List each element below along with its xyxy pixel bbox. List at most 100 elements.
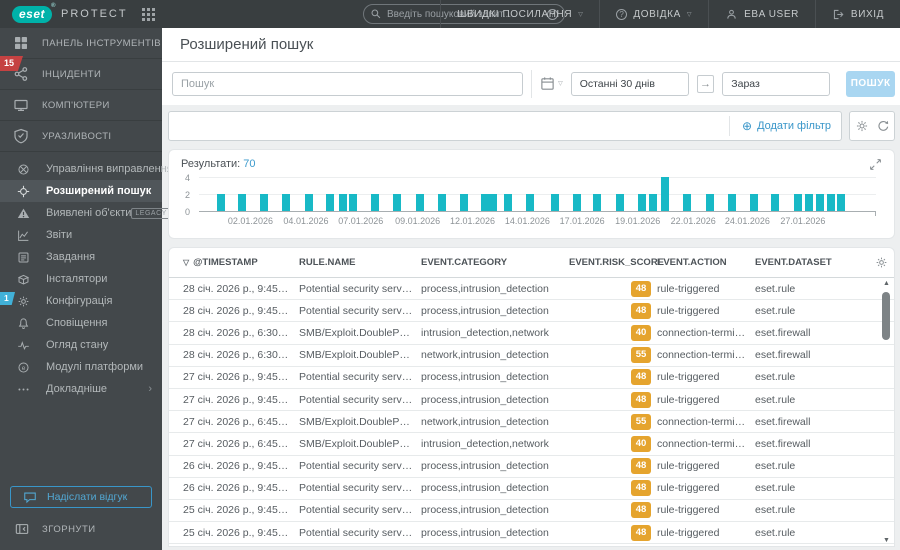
- sidebar-item-platform-modules[interactable]: e Модулі платформи: [0, 356, 162, 378]
- table-row[interactable]: 28 січ. 2026 р., 9:45:21.071Potential se…: [169, 300, 894, 323]
- scroll-up-icon[interactable]: ▲: [880, 280, 893, 287]
- add-filter-button[interactable]: ⊕ Додати фільтр: [742, 119, 831, 133]
- histogram-bar[interactable]: [771, 194, 780, 211]
- scrollbar-thumb[interactable]: [882, 292, 890, 340]
- plus-circle-icon: ⊕: [742, 119, 753, 133]
- histogram-bar[interactable]: [438, 194, 447, 211]
- histogram-bar[interactable]: [281, 194, 290, 211]
- date-from-input[interactable]: [570, 71, 689, 96]
- histogram-bar[interactable]: [504, 194, 513, 211]
- table-row[interactable]: 27 січ. 2026 р., 6:45:34.113SMB/Exploit.…: [169, 411, 894, 434]
- histogram-bar[interactable]: [750, 194, 759, 211]
- configuration-icon: [15, 293, 31, 309]
- histogram-bar[interactable]: [616, 194, 625, 211]
- sidebar-item-incidents[interactable]: 15 ІНЦИДЕНТИ: [0, 56, 162, 90]
- sidebar-item-status-overview[interactable]: Огляд стану: [0, 334, 162, 356]
- histogram-bar[interactable]: [648, 194, 657, 211]
- table-row[interactable]: 28 січ. 2026 р., 6:30:25.789SMB/Exploit.…: [169, 322, 894, 345]
- sidebar-item-vulnerabilities[interactable]: УРАЗЛИВОСТІ: [0, 121, 162, 152]
- histogram-bar[interactable]: [459, 194, 468, 211]
- quick-links-menu[interactable]: ШВИДКІ ПОСИЛАННЯ ▽: [440, 0, 599, 28]
- column-header-event-action[interactable]: EVENT.ACTION: [657, 257, 755, 268]
- filter-bar[interactable]: ⊕ Додати фільтр: [168, 111, 842, 141]
- cell-timestamp: 28 січ. 2026 р., 6:30:25.789: [183, 326, 299, 339]
- expand-icon[interactable]: [869, 158, 882, 171]
- collapse-sidebar-button[interactable]: ЗГОРНУТИ: [0, 522, 162, 536]
- column-header-event-category[interactable]: EVENT.CATEGORY: [421, 257, 569, 268]
- histogram-bar[interactable]: [237, 194, 246, 211]
- sidebar-item-notifications[interactable]: Сповіщення: [0, 312, 162, 334]
- histogram-bar[interactable]: [572, 194, 581, 211]
- table-row[interactable]: 26 січ. 2026 р., 9:45:19.133Potential se…: [169, 456, 894, 478]
- histogram-bar[interactable]: [551, 194, 560, 211]
- sort-descending-icon[interactable]: ▽: [183, 258, 189, 267]
- cell-rule-name: Potential security service disco...: [299, 304, 421, 317]
- cell-event-action: connection-terminated: [657, 415, 755, 428]
- column-header--timestamp[interactable]: ▽ @TIMESTAMP: [183, 257, 299, 268]
- table-row[interactable]: 25 січ. 2026 р., 9:45:14.142Potential se…: [169, 500, 894, 523]
- histogram-bar[interactable]: [660, 177, 669, 211]
- help-menu[interactable]: ? ДОВІДКА ▽: [599, 0, 708, 28]
- histogram-bar[interactable]: [489, 194, 498, 211]
- histogram-bar[interactable]: [259, 194, 268, 211]
- sidebar-item-advanced-search[interactable]: Розширений пошук: [0, 180, 162, 202]
- table-row[interactable]: 27 січ. 2026 р., 9:45:21.470Potential se…: [169, 389, 894, 412]
- histogram-bar[interactable]: [393, 194, 402, 211]
- search-button[interactable]: ПОШУК: [846, 70, 895, 97]
- gear-icon[interactable]: [855, 119, 869, 133]
- histogram-bar[interactable]: [304, 194, 313, 211]
- table-scrollbar[interactable]: ▲ ▼: [880, 280, 893, 544]
- histogram-bar[interactable]: [837, 194, 846, 211]
- table-row[interactable]: 27 січ. 2026 р., 9:45:21.470Potential se…: [169, 367, 894, 389]
- histogram-bar[interactable]: [815, 194, 824, 211]
- sidebar-item-detections[interactable]: Виявлені об'єкти LEGACY: [0, 202, 171, 224]
- histogram-bar[interactable]: [637, 194, 646, 211]
- refresh-icon[interactable]: [876, 119, 890, 133]
- date-range-picker[interactable]: ▽: [540, 76, 563, 91]
- histogram-bar[interactable]: [826, 194, 835, 211]
- collapse-icon: [15, 524, 29, 534]
- column-header-rule-name[interactable]: RULE.NAME: [299, 257, 421, 268]
- sidebar-item-reports[interactable]: Звіти: [0, 224, 162, 246]
- histogram-bar[interactable]: [338, 194, 347, 211]
- histogram-bar[interactable]: [804, 194, 813, 211]
- histogram-bar[interactable]: [794, 194, 803, 211]
- column-settings-gear-icon[interactable]: [870, 256, 894, 269]
- table-row[interactable]: 28 січ. 2026 р., 6:30:25.789SMB/Exploit.…: [169, 345, 894, 367]
- date-to-input[interactable]: [722, 71, 831, 96]
- table-row[interactable]: 26 січ. 2026 р., 9:45:19.133Potential se…: [169, 478, 894, 500]
- sidebar-item-patch-management[interactable]: Управління виправленнями: [0, 158, 186, 180]
- sidebar-item-label: Конфігурація: [46, 295, 113, 307]
- histogram-bar[interactable]: [706, 194, 715, 211]
- histogram-bar[interactable]: [371, 194, 380, 211]
- cell-rule-name: SMB/Exploit.DoublePulsar.B: [299, 349, 421, 362]
- histogram-bar[interactable]: [216, 194, 225, 211]
- logout-button[interactable]: ВИХІД: [814, 0, 900, 28]
- column-header-event-dataset[interactable]: EVENT.DATASET: [755, 257, 870, 268]
- sidebar-item-dashboard[interactable]: ПАНЕЛЬ ІНСТРУМЕНТІВ: [0, 28, 162, 59]
- histogram-bar[interactable]: [481, 194, 490, 211]
- user-menu[interactable]: EBA USER: [708, 0, 815, 28]
- histogram-bar[interactable]: [683, 194, 692, 211]
- table-row[interactable]: 28 січ. 2026 р., 9:45:21.071Potential se…: [169, 278, 894, 301]
- scroll-down-icon[interactable]: ▼: [880, 537, 893, 544]
- sidebar-item-label: Виявлені об'єкти: [46, 207, 132, 219]
- histogram-bar[interactable]: [526, 194, 535, 211]
- sidebar-item-installers[interactable]: Інсталятори: [0, 268, 162, 290]
- table-row[interactable]: 25 січ. 2026 р., 9:45:14.142Potential se…: [169, 522, 894, 545]
- sidebar-item-configuration[interactable]: 1 Конфігурація: [0, 290, 162, 312]
- column-header-event-risk-score[interactable]: EVENT.RISK_SCORE: [569, 257, 664, 268]
- histogram-bar[interactable]: [593, 194, 602, 211]
- app-grid-icon[interactable]: [141, 7, 155, 21]
- table-row[interactable]: 27 січ. 2026 р., 6:45:34.113SMB/Exploit.…: [169, 433, 894, 456]
- histogram-bar[interactable]: [326, 194, 335, 211]
- sidebar-item-computers[interactable]: КОМП'ЮТЕРИ: [0, 90, 162, 121]
- query-search-input[interactable]: [172, 71, 524, 96]
- cell-timestamp: 27 січ. 2026 р., 6:45:34.113: [183, 437, 299, 450]
- histogram-bar[interactable]: [349, 194, 358, 211]
- sidebar-item-tasks[interactable]: Завдання: [0, 246, 162, 268]
- sidebar-item-more[interactable]: Докладніше ›: [0, 378, 162, 400]
- send-feedback-button[interactable]: Надіслати відгук: [10, 486, 152, 508]
- histogram-bar[interactable]: [727, 194, 736, 211]
- histogram-bar[interactable]: [415, 194, 424, 211]
